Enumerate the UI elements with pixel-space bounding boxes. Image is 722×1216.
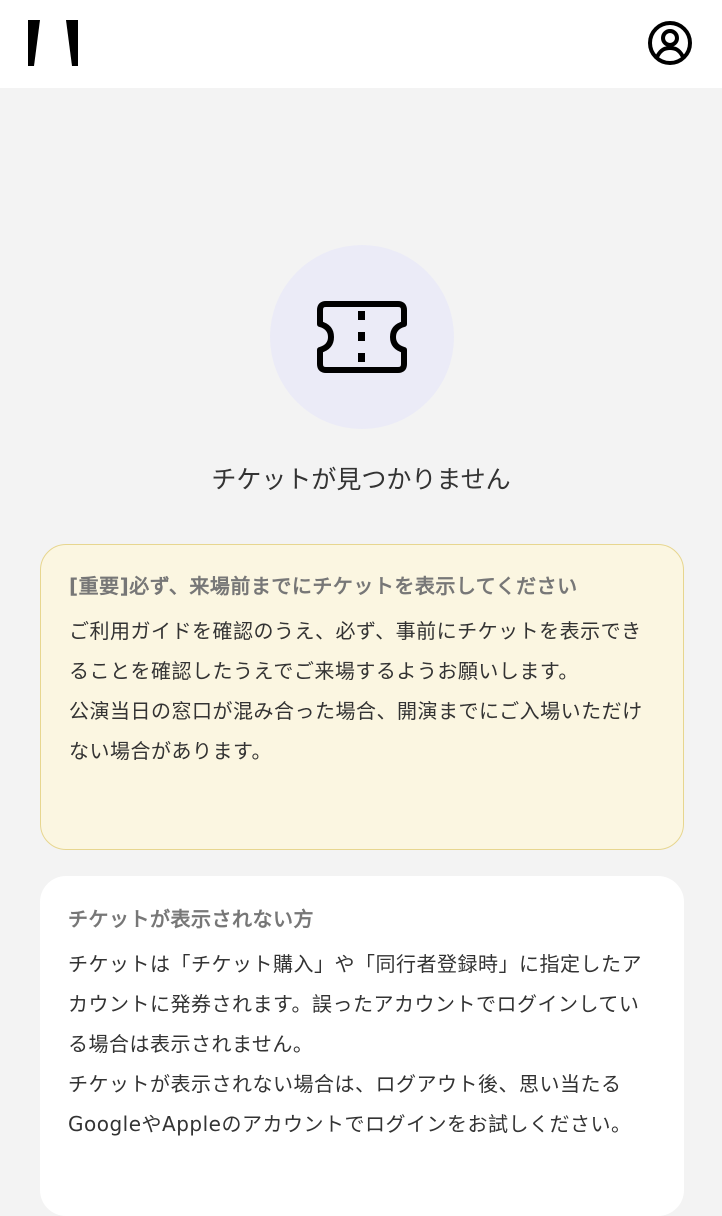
ticket-icon xyxy=(317,301,407,373)
notice-title: [重要]必ず、来場前までにチケットを表示してください xyxy=(69,574,578,598)
account-circle-icon[interactable] xyxy=(646,19,694,67)
help-title: チケットが表示されない方 xyxy=(68,907,314,931)
help-paragraph: チケットが表示されない場合は、ログアウト後、思い当たるGoogleやAppleの… xyxy=(68,1072,632,1136)
ticket-icon-badge xyxy=(270,245,454,429)
help-paragraph: チケットは「チケット購入」や「同行者登録時」に指定したアカウントに発券されます。… xyxy=(68,952,642,1056)
app-header xyxy=(0,0,722,88)
notice-paragraph: ご利用ガイドを確認のうえ、必ず、事前にチケットを表示できることを確認したうえでご… xyxy=(69,619,642,683)
important-notice-box: [重要]必ず、来場前までにチケットを表示してください ご利用ガイドを確認のうえ、… xyxy=(40,544,684,850)
brand-logo-icon[interactable] xyxy=(26,18,80,68)
notice-paragraph: 公演当日の窓口が混み合った場合、開演までにご入場いただけない場合があります。 xyxy=(69,699,643,763)
ticket-help-box: チケットが表示されない方 チケットは「チケット購入」や「同行者登録時」に指定した… xyxy=(40,876,684,1216)
empty-state-title: チケットが見つかりません xyxy=(211,465,511,494)
